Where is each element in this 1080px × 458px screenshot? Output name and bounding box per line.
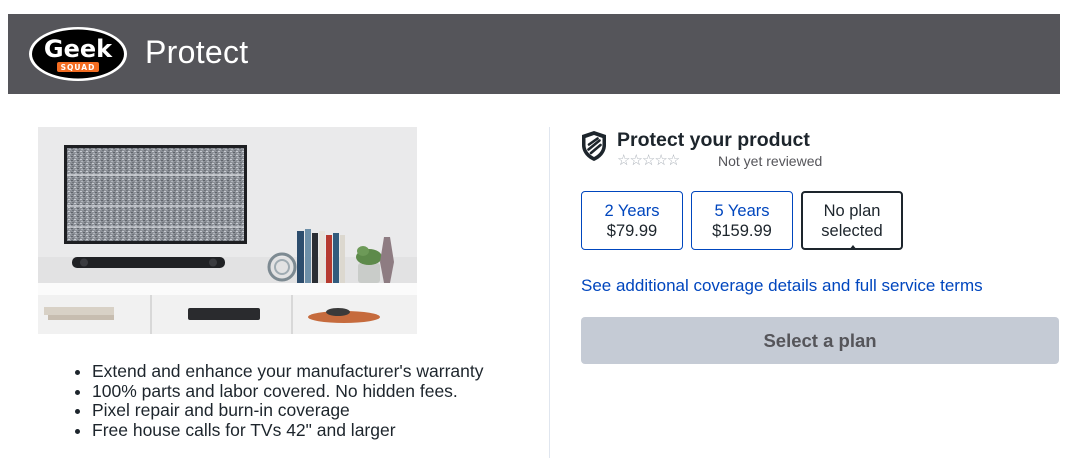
plan-label-line1: No plan [823,201,881,220]
shield-icon [582,131,606,161]
plan-price: $79.99 [606,221,658,240]
plan-option-no-plan[interactable]: No plan selected [801,191,903,250]
review-status: Not yet reviewed [718,153,823,169]
vertical-divider [549,127,550,458]
plan-duration: 2 Years [604,201,660,220]
plan-duration: 5 Years [714,201,770,220]
logo-text: Geek [44,35,113,63]
plan-price: $159.99 [712,221,772,240]
header-bar: Geek SQUAD Protect [8,14,1060,94]
logo-subtext: SQUAD [61,63,96,72]
feature-item: Extend and enhance your manufacturer's w… [92,361,483,382]
plan-option-5-years[interactable]: 5 Years $159.99 [691,191,793,250]
feature-item: Pixel repair and burn-in coverage [92,400,483,421]
panel-title: Protect your product [617,129,810,151]
plan-label-line2: selected [821,221,883,240]
product-image [38,127,417,334]
feature-item: 100% parts and labor covered. No hidden … [92,381,483,402]
feature-item: Free house calls for TVs 42" and larger [92,420,483,441]
plan-option-2-years[interactable]: 2 Years $79.99 [581,191,683,250]
star-rating: ☆☆☆☆☆ [617,152,680,169]
coverage-details-link[interactable]: See additional coverage details and full… [581,276,983,296]
page-title: Protect [145,34,249,70]
feature-list: Extend and enhance your manufacturer's w… [70,361,483,441]
select-plan-button[interactable]: Select a plan [581,317,1059,364]
geek-squad-logo: Geek SQUAD [29,27,127,81]
